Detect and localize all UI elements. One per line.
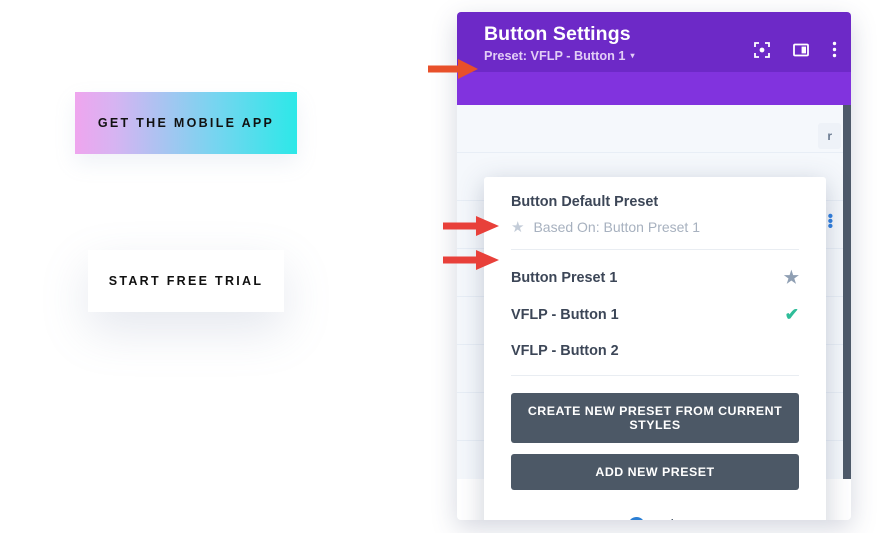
chevron-down-icon: ▾ [630,51,635,60]
dropdown-help-row: ? Help [484,511,826,520]
mobile-app-button-label: GET THE MOBILE APP [97,116,275,130]
preset-selector[interactable]: Preset: VFLP - Button 1 ▾ [484,49,634,63]
start-free-trial-button[interactable]: START FREE TRIAL [88,250,284,312]
background-row [457,105,851,153]
layout-icon[interactable] [793,42,809,63]
preset-item-button-preset-1[interactable]: Button Preset 1 ★ [484,259,826,296]
create-new-preset-button[interactable]: CREATE NEW PRESET FROM CURRENT STYLES [511,393,799,443]
preset-selector-label: Preset: VFLP - Button 1 [484,49,626,63]
modal-body: r • • • Button Default Preset ★ Based On: … [457,105,851,520]
add-new-preset-button[interactable]: ADD NEW PRESET [511,454,799,490]
modal-scrollbar[interactable] [843,105,851,479]
preset-item-label: Button Preset 1 [511,269,618,286]
preset-item-vflp-button-2[interactable]: VFLP - Button 2 [484,333,826,369]
row-more-vertical-icon[interactable]: • • • [828,209,833,234]
button-settings-modal: Button Settings Preset: VFLP - Button 1 … [457,12,851,520]
get-the-mobile-app-button[interactable]: GET THE MOBILE APP [75,92,297,154]
modal-header: Button Settings Preset: VFLP - Button 1 … [457,12,851,72]
preset-item-vflp-button-1[interactable]: VFLP - Button 1 ✔ [484,296,826,333]
obscured-tab-label[interactable]: r [818,123,841,149]
preset-item-label: VFLP - Button 2 [511,343,619,359]
star-icon: ★ [511,218,525,236]
free-trial-button-label: START FREE TRIAL [108,274,264,288]
dropdown-help-link[interactable]: ? Help [628,517,682,520]
check-icon: ✔ [784,305,799,324]
default-preset-title: Button Default Preset [511,194,659,210]
more-vertical-icon[interactable] [832,41,837,63]
star-icon[interactable]: ★ [784,269,799,286]
header-icon-group [754,41,837,63]
focus-icon[interactable] [754,41,770,63]
preset-item-label: VFLP - Button 1 [511,306,619,323]
preset-list: Button Preset 1 ★ VFLP - Button 1 ✔ VFLP… [484,250,826,375]
preset-dropdown-panel: Button Default Preset ★ Based On: Button… [484,177,826,520]
page-canvas: GET THE MOBILE APP START FREE TRIAL [0,0,456,533]
based-on-row: ★ Based On: Button Preset 1 [511,219,799,235]
dropdown-actions: CREATE NEW PRESET FROM CURRENT STYLES AD… [484,376,826,511]
dropdown-help-label: Help [652,518,682,521]
header-sub-band [457,72,851,105]
default-preset-section: Button Default Preset ★ Based On: Button… [484,177,826,249]
based-on-label: Based On: Button Preset 1 [533,219,700,235]
help-icon: ? [628,517,646,520]
